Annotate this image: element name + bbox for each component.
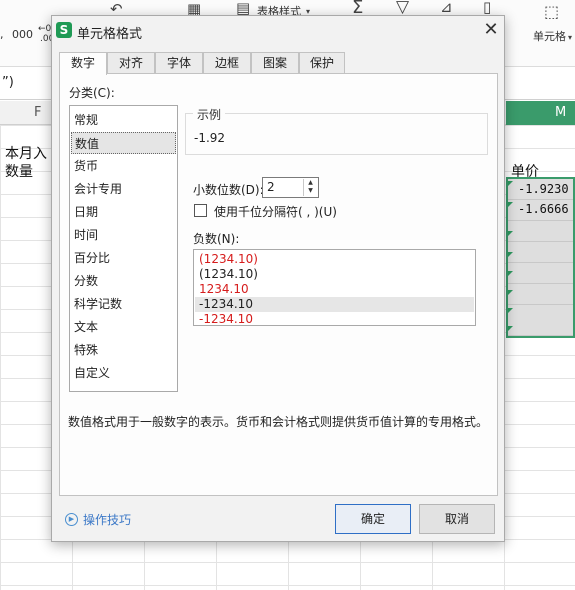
table-style-icon[interactable]: ▤ <box>236 1 250 16</box>
tab-pattern[interactable]: 图案 <box>251 52 299 74</box>
cell-format-label[interactable]: 单元格 <box>533 28 566 44</box>
category-label: 分类(C): <box>69 86 115 100</box>
cell-header-line2[interactable]: 数量 <box>5 161 33 181</box>
number-tab-panel: 分类(C): 常规 数值 货币 会计专用 日期 时间 百分比 分数 科学记数 文… <box>59 73 498 496</box>
list-item[interactable]: 分数 <box>71 270 176 292</box>
dialog-titlebar[interactable]: S 单元格格式 ✕ <box>52 16 504 46</box>
sample-label: 示例 <box>193 106 226 123</box>
spin-up-icon[interactable]: ▲ <box>304 179 317 187</box>
wps-s-icon: S <box>56 22 72 38</box>
list-item[interactable]: 货币 <box>71 155 176 177</box>
list-item[interactable]: 科学记数 <box>71 293 176 315</box>
sample-value: -1.92 <box>194 131 226 145</box>
thousands-separator-checkbox[interactable] <box>194 204 207 217</box>
list-item[interactable]: (1234.10) <box>195 267 474 282</box>
format-cells-dialog: S 单元格格式 ✕ 数字 对齐 字体 边框 图案 保护 分类(C): 常规 数值… <box>51 15 505 542</box>
close-icon: ✕ <box>483 19 499 40</box>
list-item[interactable]: 1234.10 <box>195 282 474 297</box>
ok-button[interactable]: 确定 <box>335 504 411 534</box>
column-header-m[interactable]: M <box>555 105 566 120</box>
cell-header-line1[interactable]: 本月入 <box>5 143 47 163</box>
filter-icon[interactable]: ▽ <box>396 0 409 16</box>
tab-border[interactable]: 边框 <box>203 52 251 74</box>
list-item[interactable]: -1234.10 <box>195 297 474 312</box>
column-header-f[interactable]: F <box>34 105 41 120</box>
tips-link[interactable]: 操作技巧 <box>83 511 131 528</box>
list-item[interactable]: (1234.10) <box>195 252 474 267</box>
list-item[interactable]: 百分比 <box>71 247 176 269</box>
list-item[interactable]: 会计专用 <box>71 178 176 200</box>
decimal-places-label: 小数位数(D): <box>193 183 264 197</box>
close-button[interactable]: ✕ <box>480 19 502 43</box>
play-circle-icon[interactable]: ▶ <box>65 513 78 526</box>
cell-format-icon[interactable]: ⬚ <box>544 4 559 20</box>
fill-icon[interactable]: ▯ <box>483 0 491 15</box>
tab-font[interactable]: 字体 <box>155 52 203 74</box>
format-description: 数值格式用于一般数字的表示。货币和会计格式则提供货币值计算的专用格式。 <box>68 415 489 429</box>
decrease-decimal-mark[interactable]: ←0 <box>38 24 51 34</box>
decimal-places-stepper[interactable]: ▲ ▼ <box>303 179 317 196</box>
spin-down-icon[interactable]: ▼ <box>304 187 317 195</box>
tab-protection[interactable]: 保护 <box>299 52 345 74</box>
thousands-separator-label[interactable]: 使用千位分隔符( , )(U) <box>214 203 337 220</box>
sum-icon[interactable]: Σ <box>352 0 363 17</box>
chevron-down-icon[interactable]: ▾ <box>568 30 572 45</box>
list-item[interactable]: 自定义 <box>71 362 176 384</box>
dialog-title: 单元格格式 <box>77 27 143 42</box>
tab-alignment[interactable]: 对齐 <box>107 52 155 74</box>
sort-icon[interactable]: ⊿ <box>440 0 453 15</box>
selection-box <box>506 177 575 338</box>
cancel-button[interactable]: 取消 <box>419 504 495 534</box>
tab-number[interactable]: 数字 <box>59 52 107 75</box>
category-list[interactable]: 常规 数值 货币 会计专用 日期 时间 百分比 分数 科学记数 文本 特殊 自定… <box>69 105 178 392</box>
list-item[interactable]: 日期 <box>71 201 176 223</box>
thousands-mark[interactable]: 000 <box>12 28 33 41</box>
formula-content: ”) <box>2 75 14 90</box>
sample-group <box>185 113 488 155</box>
comma-style-mark[interactable]: , <box>0 28 4 41</box>
negative-numbers-list[interactable]: (1234.10) (1234.10) 1234.10 -1234.10 -12… <box>193 249 476 326</box>
list-item[interactable]: 特殊 <box>71 339 176 361</box>
list-item[interactable]: 常规 <box>71 109 176 131</box>
negative-numbers-label: 负数(N): <box>193 232 240 246</box>
list-item[interactable]: 数值 <box>71 132 176 154</box>
list-item[interactable]: 时间 <box>71 224 176 246</box>
list-item[interactable]: -1234.10 <box>195 312 474 327</box>
list-item[interactable]: 文本 <box>71 316 176 338</box>
